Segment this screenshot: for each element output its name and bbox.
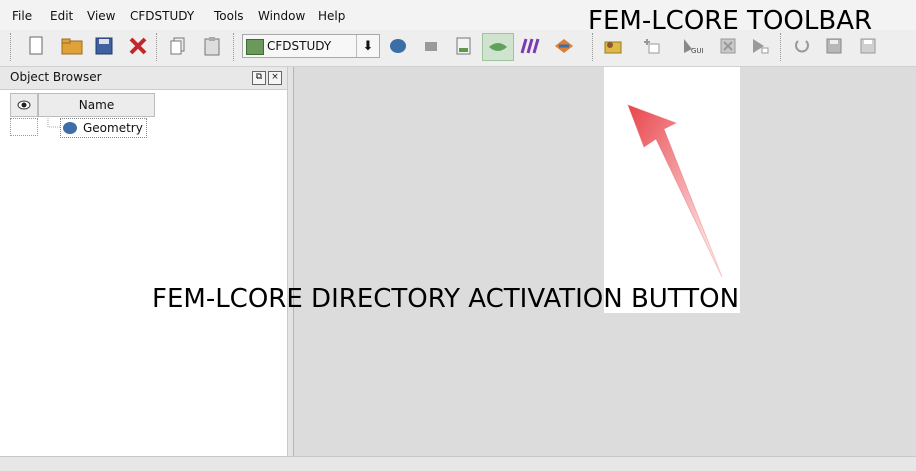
- object-browser-titlebar: Object Browser ⧉ ×: [0, 67, 287, 90]
- new-document-icon[interactable]: [24, 34, 48, 58]
- mesh-module-icon[interactable]: [420, 34, 444, 58]
- close-x-icon[interactable]: [126, 34, 150, 58]
- menu-cfdstudy[interactable]: CFDSTUDY: [130, 9, 194, 23]
- visibility-column-header[interactable]: [10, 93, 38, 117]
- toolbar-separator: [156, 33, 159, 61]
- name-column-header[interactable]: Name: [38, 93, 155, 117]
- close-panel-icon[interactable]: ×: [268, 71, 282, 85]
- paravis-module-icon[interactable]: [518, 34, 542, 58]
- fem-lcore-save-as-icon[interactable]: [856, 34, 880, 58]
- module-selector-value: CFDSTUDY: [267, 39, 332, 53]
- float-window-icon[interactable]: ⧉: [252, 71, 266, 85]
- object-browser-title: Object Browser: [10, 70, 102, 84]
- fem-lcore-stop-icon[interactable]: [716, 34, 740, 58]
- module-selector[interactable]: CFDSTUDY ⬇: [242, 34, 380, 58]
- tree-branch-line: [47, 118, 60, 128]
- menu-edit[interactable]: Edit: [50, 9, 73, 23]
- toolbar-separator: [233, 33, 236, 61]
- object-browser-panel: Object Browser ⧉ × Name Geometry: [0, 67, 288, 456]
- visibility-toggle[interactable]: [10, 118, 38, 136]
- menu-tools[interactable]: Tools: [214, 9, 244, 23]
- copy-page-icon[interactable]: [166, 34, 190, 58]
- toolbar-separator: [780, 33, 783, 61]
- geometry-icon: [63, 122, 77, 134]
- open-folder-icon[interactable]: [60, 34, 84, 58]
- paste-page-icon[interactable]: [200, 34, 224, 58]
- save-disk-icon[interactable]: [92, 34, 116, 58]
- geometry-item[interactable]: Geometry: [60, 118, 147, 138]
- menu-file[interactable]: File: [12, 9, 32, 23]
- geometry-label: Geometry: [83, 121, 143, 135]
- fem-lcore-add-icon[interactable]: [640, 34, 664, 58]
- annotation-arrow: [627, 104, 723, 278]
- name-column-label: Name: [78, 98, 115, 112]
- menu-window[interactable]: Window: [258, 9, 305, 23]
- geometry-module-icon[interactable]: [386, 34, 410, 58]
- fem-lcore-gui-icon[interactable]: GUI: [680, 34, 706, 58]
- svg-text:GUI: GUI: [691, 47, 704, 55]
- fem-lcore-run-icon[interactable]: [748, 34, 772, 58]
- menu-help[interactable]: Help: [318, 9, 345, 23]
- eye-icon: [17, 100, 31, 110]
- status-bar: [0, 456, 916, 471]
- fem-lcore-directory-icon[interactable]: [601, 34, 625, 58]
- tree-row-geometry[interactable]: Geometry: [10, 118, 280, 138]
- button-annotation: FEM-LCORE DIRECTORY ACTIVATION BUTTON: [152, 284, 740, 314]
- menu-view[interactable]: View: [87, 9, 115, 23]
- toolbar-separator: [592, 33, 595, 61]
- active-module-icon[interactable]: [482, 33, 514, 61]
- fem-lcore-save-icon[interactable]: [822, 34, 846, 58]
- down-arrow-icon[interactable]: ⬇: [356, 35, 379, 57]
- toolbar-annotation: FEM-LCORE TOOLBAR: [588, 6, 873, 36]
- toolbar-separator: [10, 33, 13, 61]
- other-module-icon[interactable]: [552, 34, 576, 58]
- post-module-icon[interactable]: [452, 34, 476, 58]
- fem-lcore-reload-icon[interactable]: [790, 34, 814, 58]
- cfdstudy-module-icon: [246, 39, 264, 55]
